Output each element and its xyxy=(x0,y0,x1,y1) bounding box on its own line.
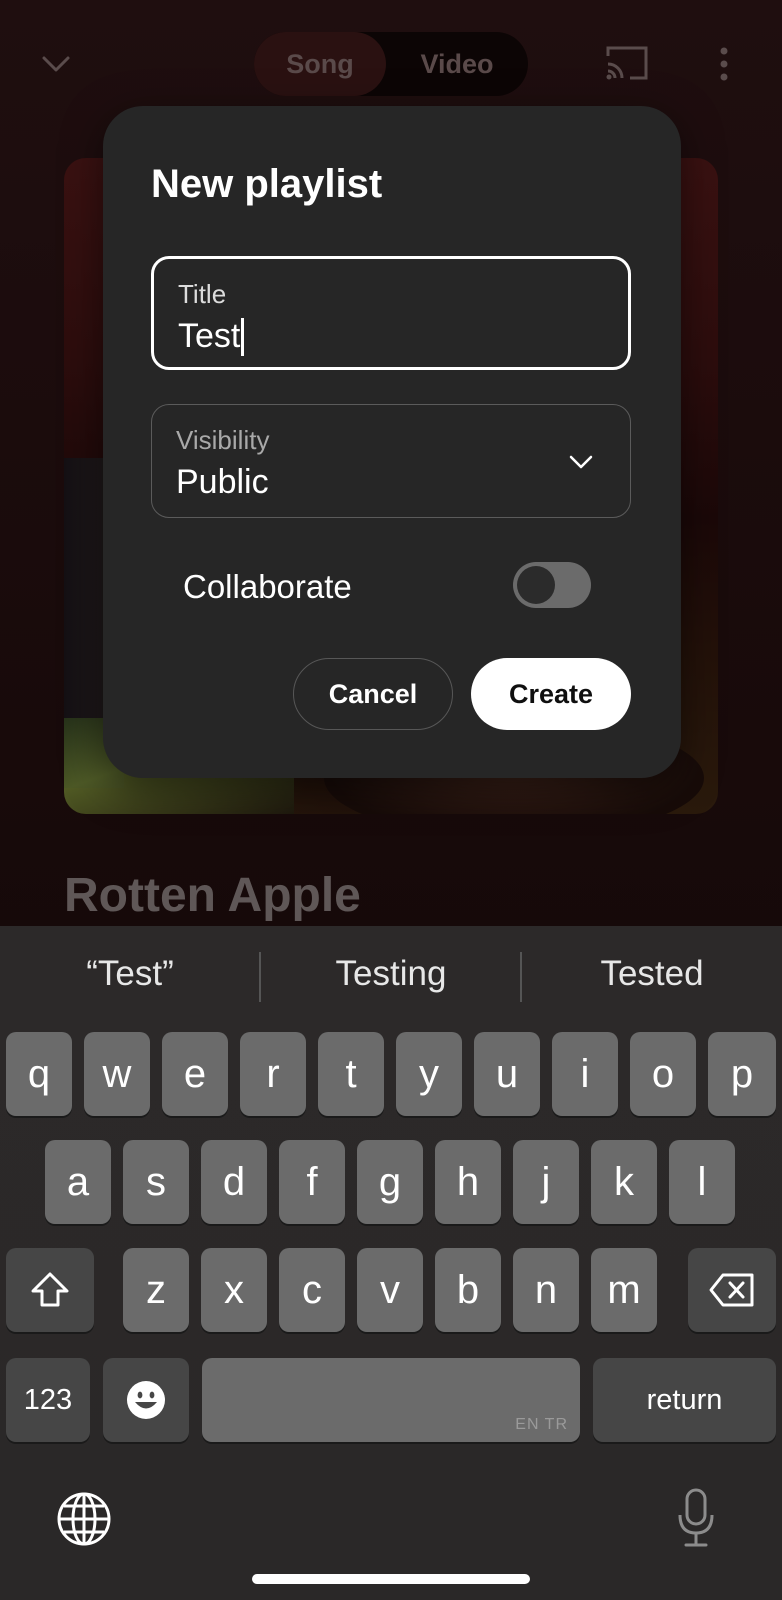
more-vert-icon[interactable] xyxy=(712,44,736,84)
emoji-key[interactable] xyxy=(103,1358,189,1442)
key-c[interactable]: c xyxy=(279,1248,345,1332)
toggle-knob xyxy=(517,566,555,604)
key-r[interactable]: r xyxy=(240,1032,306,1116)
tab-video[interactable]: Video xyxy=(386,32,528,96)
key-y[interactable]: y xyxy=(396,1032,462,1116)
key-t[interactable]: t xyxy=(318,1032,384,1116)
key-g[interactable]: g xyxy=(357,1140,423,1224)
key-v[interactable]: v xyxy=(357,1248,423,1332)
collaborate-label: Collaborate xyxy=(183,568,352,605)
key-j[interactable]: j xyxy=(513,1140,579,1224)
cast-icon[interactable] xyxy=(604,42,650,84)
microphone-icon[interactable] xyxy=(676,1487,716,1549)
key-a[interactable]: a xyxy=(45,1140,111,1224)
key-f[interactable]: f xyxy=(279,1140,345,1224)
visibility-label: Visibility xyxy=(176,425,270,455)
globe-icon[interactable] xyxy=(56,1491,112,1547)
cancel-button[interactable]: Cancel xyxy=(293,658,453,730)
key-w[interactable]: w xyxy=(84,1032,150,1116)
shift-icon xyxy=(31,1272,69,1307)
key-x[interactable]: x xyxy=(201,1248,267,1332)
space-key[interactable]: EN TR xyxy=(202,1358,580,1442)
key-d[interactable]: d xyxy=(201,1140,267,1224)
home-indicator[interactable] xyxy=(252,1574,530,1584)
song-title: Rotten Apple xyxy=(64,869,361,922)
suggestion-item[interactable]: Tested xyxy=(522,954,782,994)
numbers-key[interactable]: 123 xyxy=(6,1358,90,1442)
chevron-down-icon xyxy=(569,455,593,469)
chevron-down-icon[interactable] xyxy=(36,44,76,84)
title-label: Title xyxy=(178,279,227,309)
text-cursor xyxy=(241,317,245,356)
key-z[interactable]: z xyxy=(123,1248,189,1332)
key-k[interactable]: k xyxy=(591,1140,657,1224)
create-button[interactable]: Create xyxy=(471,658,631,730)
dialog-title: New playlist xyxy=(151,162,383,206)
key-s[interactable]: s xyxy=(123,1140,189,1224)
song-video-toggle: Song Video xyxy=(254,32,528,96)
key-l[interactable]: l xyxy=(669,1140,735,1224)
key-u[interactable]: u xyxy=(474,1032,540,1116)
tab-song[interactable]: Song xyxy=(254,32,386,96)
title-value: Test xyxy=(178,317,241,355)
suggestion-item[interactable]: “Test” xyxy=(0,954,260,994)
key-m[interactable]: m xyxy=(591,1248,657,1332)
visibility-select[interactable]: Visibility Public xyxy=(151,404,631,518)
new-playlist-dialog: New playlist Title Test Visibility Publi… xyxy=(103,106,681,778)
emoji-icon xyxy=(127,1381,165,1419)
shift-key[interactable] xyxy=(6,1248,94,1332)
key-q[interactable]: q xyxy=(6,1032,72,1116)
title-input[interactable]: Title Test xyxy=(151,256,631,370)
key-h[interactable]: h xyxy=(435,1140,501,1224)
key-n[interactable]: n xyxy=(513,1248,579,1332)
space-language-indicator: EN TR xyxy=(515,1416,568,1433)
key-p[interactable]: p xyxy=(708,1032,776,1116)
return-key[interactable]: return xyxy=(593,1358,776,1442)
key-b[interactable]: b xyxy=(435,1248,501,1332)
key-e[interactable]: e xyxy=(162,1032,228,1116)
suggestion-bar: “Test” Testing Tested xyxy=(0,926,782,1030)
visibility-value: Public xyxy=(176,463,269,501)
keyboard: “Test” Testing Tested q w e r t y u i o … xyxy=(0,926,782,1600)
key-o[interactable]: o xyxy=(630,1032,696,1116)
collaborate-toggle[interactable] xyxy=(513,562,591,608)
backspace-icon xyxy=(709,1273,754,1307)
key-i[interactable]: i xyxy=(552,1032,618,1116)
suggestion-item[interactable]: Testing xyxy=(261,954,521,994)
backspace-key[interactable] xyxy=(688,1248,776,1332)
